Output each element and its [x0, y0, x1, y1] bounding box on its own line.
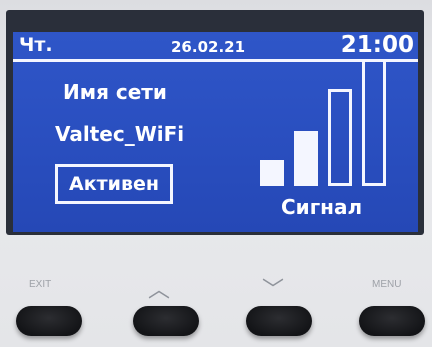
signal-bar	[260, 160, 284, 186]
signal-label: Сигнал	[281, 195, 363, 219]
exit-button[interactable]	[16, 306, 82, 336]
chevron-up-icon: ︿	[148, 278, 171, 303]
thermostat-device: Чт. 26.02.21 21:00 Имя сети Valtec_WiFi …	[0, 0, 432, 347]
up-button[interactable]	[133, 306, 199, 336]
signal-bar	[328, 89, 352, 186]
down-button[interactable]	[246, 306, 312, 336]
signal-bar	[294, 131, 318, 186]
chevron-down-icon: ﹀	[262, 278, 285, 303]
lcd-screen: Чт. 26.02.21 21:00 Имя сети Valtec_WiFi …	[13, 32, 418, 232]
menu-button[interactable]	[359, 306, 425, 336]
signal-bar	[362, 59, 386, 186]
menu-label: MENU	[372, 279, 402, 290]
exit-label: EXIT	[29, 279, 52, 290]
